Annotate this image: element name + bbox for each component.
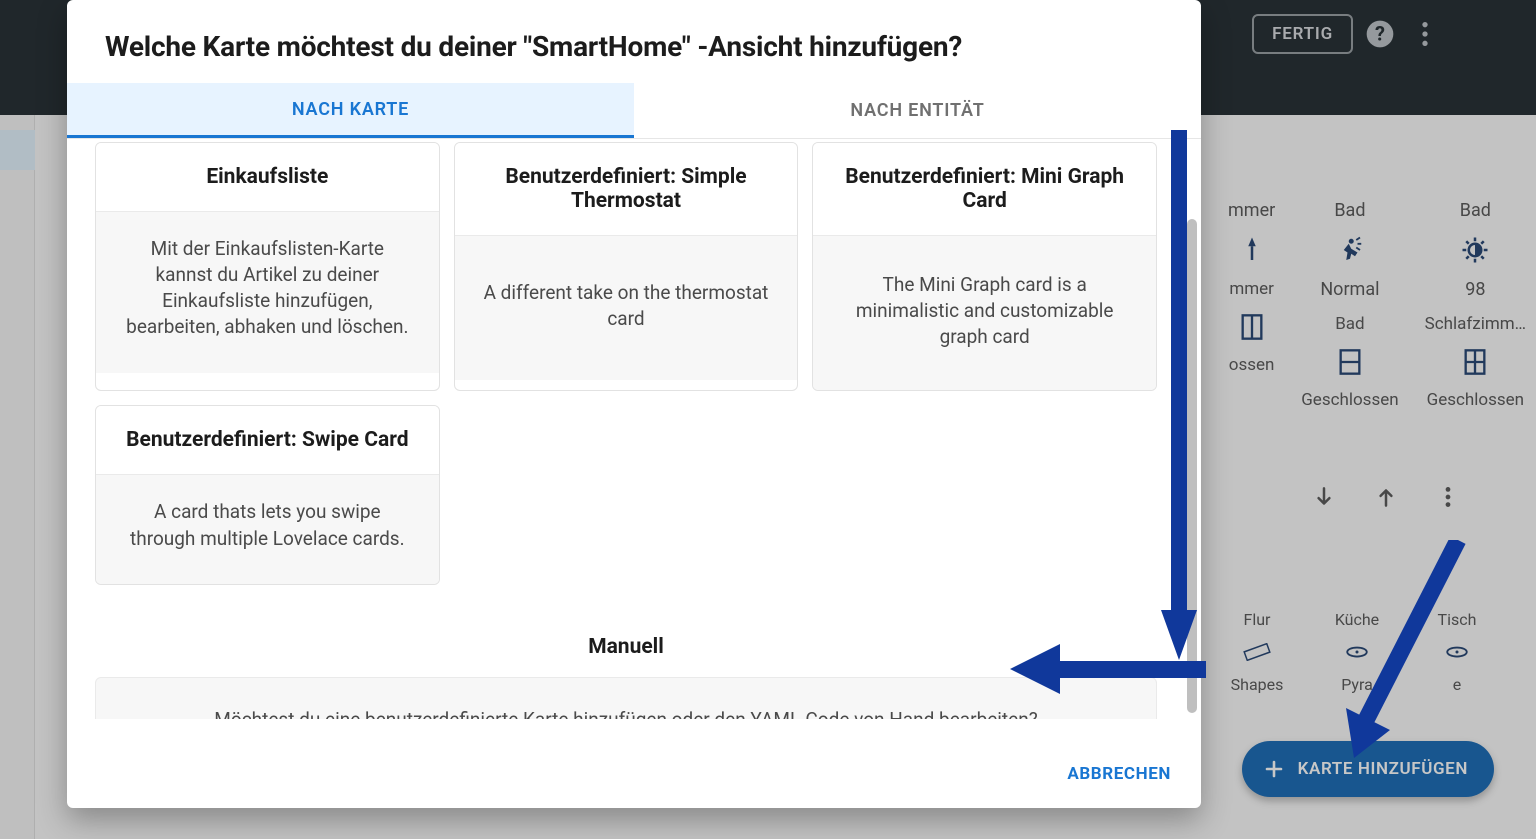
card-option-desc: A card thats lets you swipe through mult… bbox=[96, 474, 439, 583]
card-option-shopping-list[interactable]: Einkaufsliste Mit der Einkaufslisten-Kar… bbox=[95, 142, 440, 392]
cancel-button[interactable]: ABBRECHEN bbox=[1067, 764, 1171, 784]
card-option-title: Benutzerdefiniert: Mini Graph Card bbox=[813, 143, 1156, 235]
tab-by-card-label: NACH KARTE bbox=[292, 99, 409, 120]
card-option-desc: Mit der Einkaufslisten-Karte kannst du A… bbox=[96, 211, 439, 373]
card-option-empty bbox=[454, 405, 799, 584]
card-option-title: Benutzerdefiniert: Swipe Card bbox=[96, 406, 439, 474]
manual-card-desc: Möchtest du eine benutzerdefinierte Kart… bbox=[95, 677, 1157, 719]
tab-by-entity[interactable]: NACH ENTITÄT bbox=[634, 83, 1201, 138]
card-option-swipe-card[interactable]: Benutzerdefiniert: Swipe Card A card tha… bbox=[95, 405, 440, 584]
add-card-dialog: Welche Karte möchtest du deiner "SmartHo… bbox=[67, 0, 1201, 808]
dialog-actions: ABBRECHEN bbox=[67, 740, 1201, 808]
card-option-simple-thermostat[interactable]: Benutzerdefiniert: Simple Thermostat A d… bbox=[454, 142, 799, 392]
card-option-desc: The Mini Graph card is a minimalistic an… bbox=[813, 235, 1156, 391]
card-option-title: Einkaufsliste bbox=[96, 143, 439, 211]
cancel-button-label: ABBRECHEN bbox=[1067, 764, 1171, 784]
dialog-title: Welche Karte möchtest du deiner "SmartHo… bbox=[67, 0, 1201, 83]
card-picker-scroll[interactable]: deine Lieblingswebseite direkt in Home A… bbox=[67, 139, 1201, 719]
scrollbar-thumb[interactable] bbox=[1187, 219, 1197, 713]
card-option-desc: A different take on the thermostat card bbox=[455, 235, 798, 380]
tab-by-card[interactable]: NACH KARTE bbox=[67, 83, 634, 138]
dialog-tabs: NACH KARTE NACH ENTITÄT bbox=[67, 83, 1201, 139]
card-option-mini-graph[interactable]: Benutzerdefiniert: Mini Graph Card The M… bbox=[812, 142, 1157, 392]
card-option-empty bbox=[812, 405, 1157, 584]
manual-card-option[interactable]: Manuell Möchtest du eine benutzerdefinie… bbox=[95, 619, 1157, 719]
manual-card-title: Manuell bbox=[95, 619, 1157, 677]
tab-by-entity-label: NACH ENTITÄT bbox=[850, 100, 984, 121]
card-option-title: Benutzerdefiniert: Simple Thermostat bbox=[455, 143, 798, 235]
